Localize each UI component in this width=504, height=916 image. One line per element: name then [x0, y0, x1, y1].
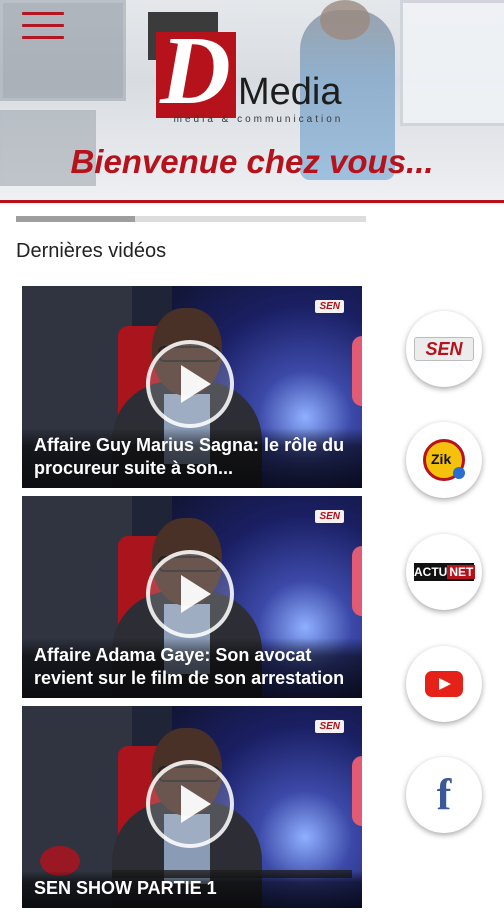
channel-badge: SEN: [315, 510, 344, 523]
video-card[interactable]: SEN Affaire Adama Gaye: Son avocat revie…: [22, 496, 362, 698]
video-title: Affaire Adama Gaye: Son avocat revient s…: [22, 638, 362, 698]
logo-letter: D: [160, 17, 231, 125]
zik-fm-button[interactable]: Zik: [406, 422, 482, 498]
video-card[interactable]: SEN SEN SHOW PARTIE 1: [22, 706, 362, 908]
play-icon[interactable]: [146, 550, 234, 638]
logo-word: Media: [238, 71, 342, 113]
video-title: Affaire Guy Marius Sagna: le rôle du pro…: [22, 428, 362, 488]
sen-tv-button[interactable]: SEN: [406, 311, 482, 387]
facebook-button[interactable]: f: [406, 757, 482, 833]
play-icon[interactable]: [146, 340, 234, 428]
dmedia-logo: D Media media & communication: [148, 12, 368, 130]
facebook-icon: f: [436, 770, 452, 819]
sen-tv-icon: SEN: [414, 337, 474, 361]
header-banner: D Media media & communication Bienvenue …: [0, 0, 504, 204]
progress-fill: [16, 216, 135, 222]
banner-divider: [0, 200, 504, 203]
zik-fm-icon: Zik: [423, 439, 465, 481]
youtube-button[interactable]: [406, 646, 482, 722]
progress-bar: [16, 216, 366, 222]
play-icon[interactable]: [146, 760, 234, 848]
welcome-title: Bienvenue chez vous...: [70, 143, 434, 180]
video-list: SEN Affaire Guy Marius Sagna: le rôle du…: [22, 286, 362, 916]
video-card[interactable]: SEN Affaire Guy Marius Sagna: le rôle du…: [22, 286, 362, 488]
channel-badge: SEN: [315, 300, 344, 313]
video-title: SEN SHOW PARTIE 1: [22, 871, 362, 908]
actu-net-button[interactable]: ACTU NET: [406, 534, 482, 610]
channel-badge: SEN: [315, 720, 344, 733]
youtube-icon: [425, 671, 463, 697]
hamburger-menu-icon[interactable]: [22, 12, 66, 40]
actu-net-icon: ACTU NET: [414, 563, 476, 581]
section-title: Dernières vidéos: [16, 240, 167, 262]
logo-tagline: media & communication: [173, 114, 344, 125]
